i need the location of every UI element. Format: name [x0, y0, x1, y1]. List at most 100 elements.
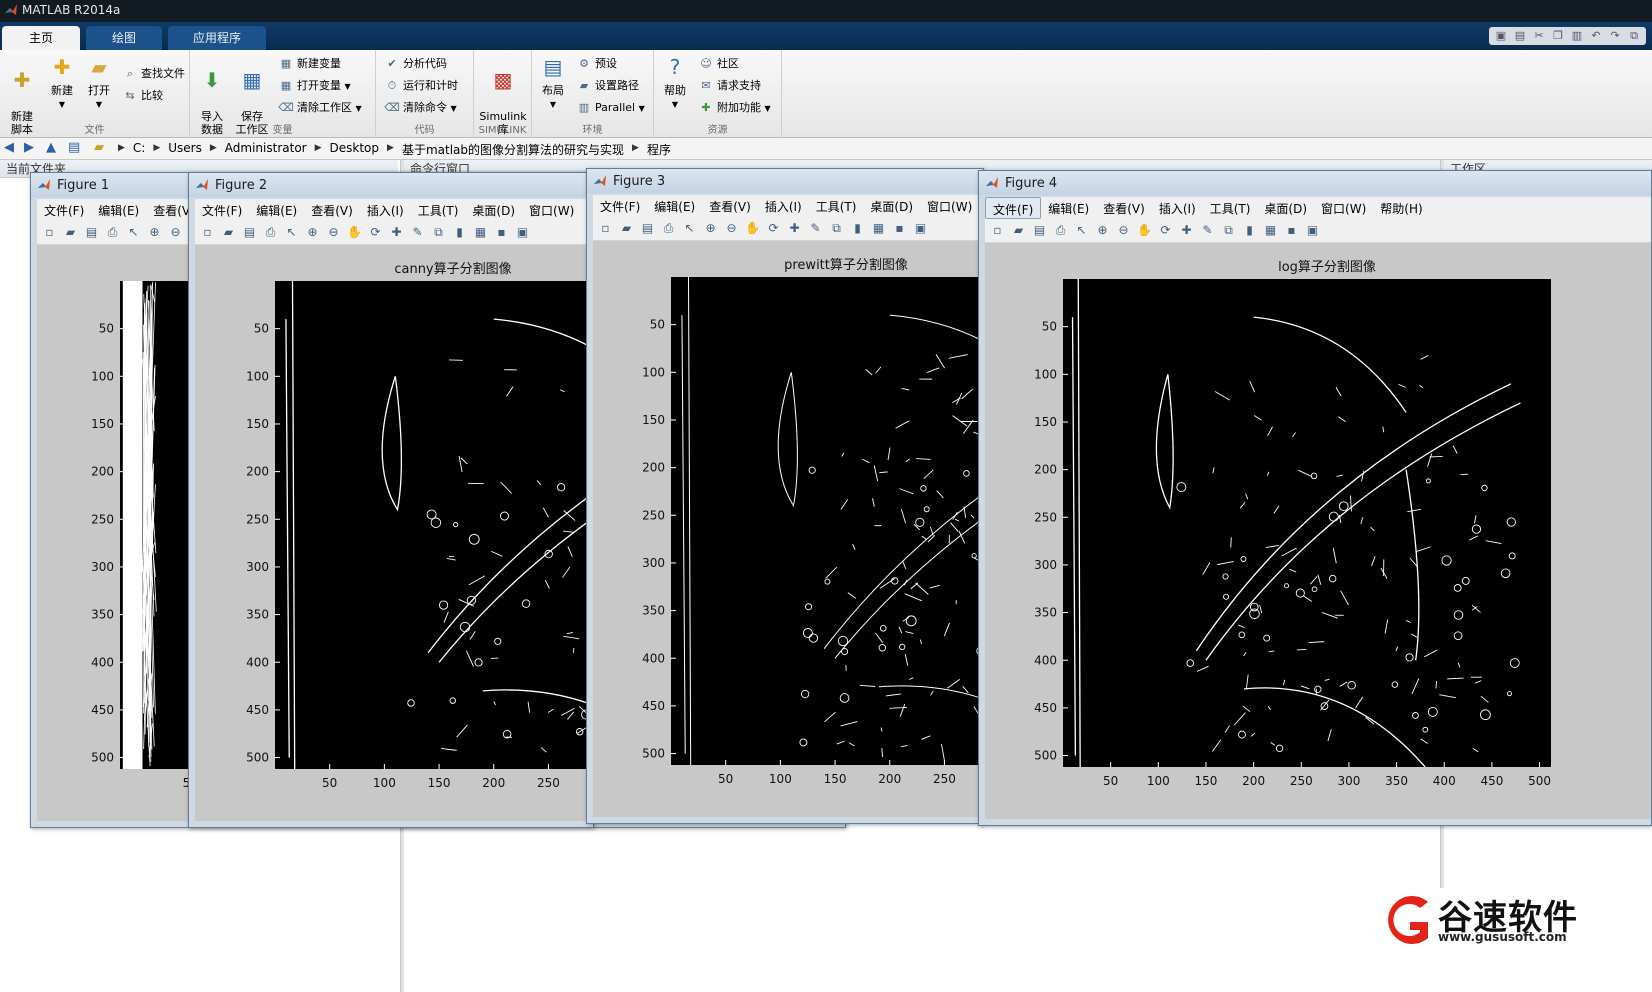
- figure-window[interactable]: Figure 3 文件(F) 编辑(E) 查看(V) 插入(I) 工具(T) 桌面(D) 窗口…: [586, 168, 984, 824]
- print-icon[interactable]: ⎙: [104, 224, 121, 241]
- data-cursor-icon[interactable]: ✚: [388, 224, 405, 241]
- tab-home[interactable]: 主页: [2, 26, 80, 50]
- pan-hand-icon[interactable]: ✋: [744, 220, 761, 237]
- select-arrow-icon[interactable]: ↖: [125, 224, 142, 241]
- breadcrumb-item[interactable]: 基于matlab的图像分割算法的研究与实现: [402, 141, 624, 158]
- new-figure-icon[interactable]: ▫: [41, 224, 58, 241]
- analyze-code-button[interactable]: ✔ 分析代码: [384, 54, 447, 74]
- figure-menu-item[interactable]: 桌面(D): [863, 195, 920, 217]
- data-cursor-icon[interactable]: ✚: [786, 220, 803, 237]
- figure-menu-item[interactable]: 查看(V): [702, 195, 758, 217]
- figure-menu-item[interactable]: 窗口(W): [522, 199, 581, 221]
- figure-menu-item[interactable]: 桌面(D): [465, 199, 522, 221]
- undo-icon[interactable]: ↶: [1588, 28, 1604, 44]
- hide-tools-icon[interactable]: ▪: [1283, 222, 1300, 239]
- legend-icon[interactable]: ▦: [870, 220, 887, 237]
- switch-windows-icon[interactable]: ⧉: [1626, 28, 1642, 44]
- figure-titlebar[interactable]: Figure 2: [189, 173, 593, 197]
- colorbar-icon[interactable]: ▮: [451, 224, 468, 241]
- hide-tools-icon[interactable]: ▪: [493, 224, 510, 241]
- figure-menu-item[interactable]: 查看(V): [304, 199, 360, 221]
- zoom-in-icon[interactable]: ⊕: [1094, 222, 1111, 239]
- rotate-3d-icon[interactable]: ⟳: [765, 220, 782, 237]
- save-icon[interactable]: ▤: [83, 224, 100, 241]
- open-file-icon[interactable]: ▰: [1010, 222, 1027, 239]
- brush-icon[interactable]: ✎: [1199, 222, 1216, 239]
- new-button[interactable]: ✚ 新建 ▼: [44, 54, 80, 111]
- figure-menu-item[interactable]: 插入(I): [1152, 197, 1203, 219]
- figure-titlebar[interactable]: Figure 3: [587, 169, 983, 193]
- save-icon[interactable]: ▤: [1031, 222, 1048, 239]
- open-variable-button[interactable]: ▦ 打开变量 ▼: [278, 76, 351, 96]
- find-files-button[interactable]: ⌕ 查找文件: [122, 64, 185, 84]
- figure-menu-item[interactable]: 工具(T): [411, 199, 466, 221]
- open-file-icon[interactable]: ▰: [220, 224, 237, 241]
- select-arrow-icon[interactable]: ↖: [1073, 222, 1090, 239]
- save-icon[interactable]: ▤: [241, 224, 258, 241]
- compare-button[interactable]: ⇆ 比较: [122, 86, 163, 106]
- data-cursor-icon[interactable]: ✚: [1178, 222, 1195, 239]
- colorbar-icon[interactable]: ▮: [849, 220, 866, 237]
- set-path-button[interactable]: ▰ 设置路径: [576, 76, 639, 96]
- cut-icon[interactable]: ✂: [1531, 28, 1547, 44]
- figure-menu-item[interactable]: 文件(F): [37, 199, 91, 221]
- print-icon[interactable]: ⎙: [660, 220, 677, 237]
- figure-menu-item[interactable]: 工具(T): [1203, 197, 1258, 219]
- zoom-out-icon[interactable]: ⊖: [167, 224, 184, 241]
- paste-icon[interactable]: ▥: [1569, 28, 1585, 44]
- zoom-in-icon[interactable]: ⊕: [146, 224, 163, 241]
- simulink-library-button[interactable]: ▩ Simulink 库: [478, 54, 528, 136]
- zoom-out-icon[interactable]: ⊖: [723, 220, 740, 237]
- link-plot-icon[interactable]: ⧉: [828, 220, 845, 237]
- figure-menu-item[interactable]: 编辑(E): [1041, 197, 1096, 219]
- open-button[interactable]: ▰ 打开 ▼: [84, 54, 114, 111]
- link-plot-icon[interactable]: ⧉: [1220, 222, 1237, 239]
- copy-icon[interactable]: ❐: [1550, 28, 1566, 44]
- brush-icon[interactable]: ✎: [409, 224, 426, 241]
- select-arrow-icon[interactable]: ↖: [681, 220, 698, 237]
- layout-icon[interactable]: ▣: [1493, 28, 1509, 44]
- new-variable-button[interactable]: ▦ 新建变量: [278, 54, 341, 74]
- zoom-in-icon[interactable]: ⊕: [304, 224, 321, 241]
- figure-menu-item[interactable]: 文件(F): [985, 197, 1042, 219]
- new-figure-icon[interactable]: ▫: [597, 220, 614, 237]
- figure-menu-item[interactable]: 帮助(H): [1373, 197, 1429, 219]
- help-button[interactable]: ? 帮助 ▼: [658, 54, 692, 111]
- up-folder-icon[interactable]: ▲: [46, 140, 56, 155]
- new-figure-icon[interactable]: ▫: [199, 224, 216, 241]
- preferences-button[interactable]: ⚙ 预设: [576, 54, 617, 74]
- open-file-icon[interactable]: ▰: [62, 224, 79, 241]
- figure-menu-item[interactable]: 编辑(E): [91, 199, 146, 221]
- figure-menu-item[interactable]: 文件(F): [195, 199, 249, 221]
- open-file-icon[interactable]: ▰: [618, 220, 635, 237]
- zoom-out-icon[interactable]: ⊖: [1115, 222, 1132, 239]
- tab-apps[interactable]: 应用程序: [168, 26, 266, 50]
- redo-icon[interactable]: ↷: [1607, 28, 1623, 44]
- legend-icon[interactable]: ▦: [1262, 222, 1279, 239]
- figure-menu-item[interactable]: 编辑(E): [249, 199, 304, 221]
- figure-window[interactable]: Figure 2 文件(F) 编辑(E) 查看(V) 插入(I) 工具(T) 桌面(D) 窗口…: [188, 172, 594, 828]
- browse-folder-icon[interactable]: ▤: [68, 140, 80, 155]
- parallel-button[interactable]: ▥ Parallel ▼: [576, 98, 645, 118]
- link-plot-icon[interactable]: ⧉: [430, 224, 447, 241]
- figure-menu-item[interactable]: 桌面(D): [1257, 197, 1314, 219]
- save-icon[interactable]: ▤: [1512, 28, 1528, 44]
- request-support-button[interactable]: ✉ 请求支持: [698, 76, 761, 96]
- back-arrow-icon[interactable]: ◀: [4, 140, 14, 155]
- figure-menu-item[interactable]: 插入(I): [758, 195, 809, 217]
- zoom-out-icon[interactable]: ⊖: [325, 224, 342, 241]
- clear-commands-button[interactable]: ⌫ 清除命令 ▼: [384, 98, 456, 118]
- rotate-3d-icon[interactable]: ⟳: [367, 224, 384, 241]
- pan-hand-icon[interactable]: ✋: [1136, 222, 1153, 239]
- colorbar-icon[interactable]: ▮: [1241, 222, 1258, 239]
- breadcrumb-item[interactable]: C:: [133, 141, 145, 158]
- addons-button[interactable]: ✚ 附加功能 ▼: [698, 98, 770, 118]
- breadcrumb-item[interactable]: Users: [168, 141, 202, 158]
- print-icon[interactable]: ⎙: [1052, 222, 1069, 239]
- figure-titlebar[interactable]: Figure 4: [979, 171, 1651, 195]
- show-tools-icon[interactable]: ▣: [1304, 222, 1321, 239]
- breadcrumb-item[interactable]: Administrator: [225, 141, 307, 158]
- figure-menu-item[interactable]: 编辑(E): [647, 195, 702, 217]
- print-icon[interactable]: ⎙: [262, 224, 279, 241]
- figure-window[interactable]: Figure 4 文件(F) 编辑(E) 查看(V) 插入(I) 工具(T) 桌面(D) 窗口…: [978, 170, 1652, 826]
